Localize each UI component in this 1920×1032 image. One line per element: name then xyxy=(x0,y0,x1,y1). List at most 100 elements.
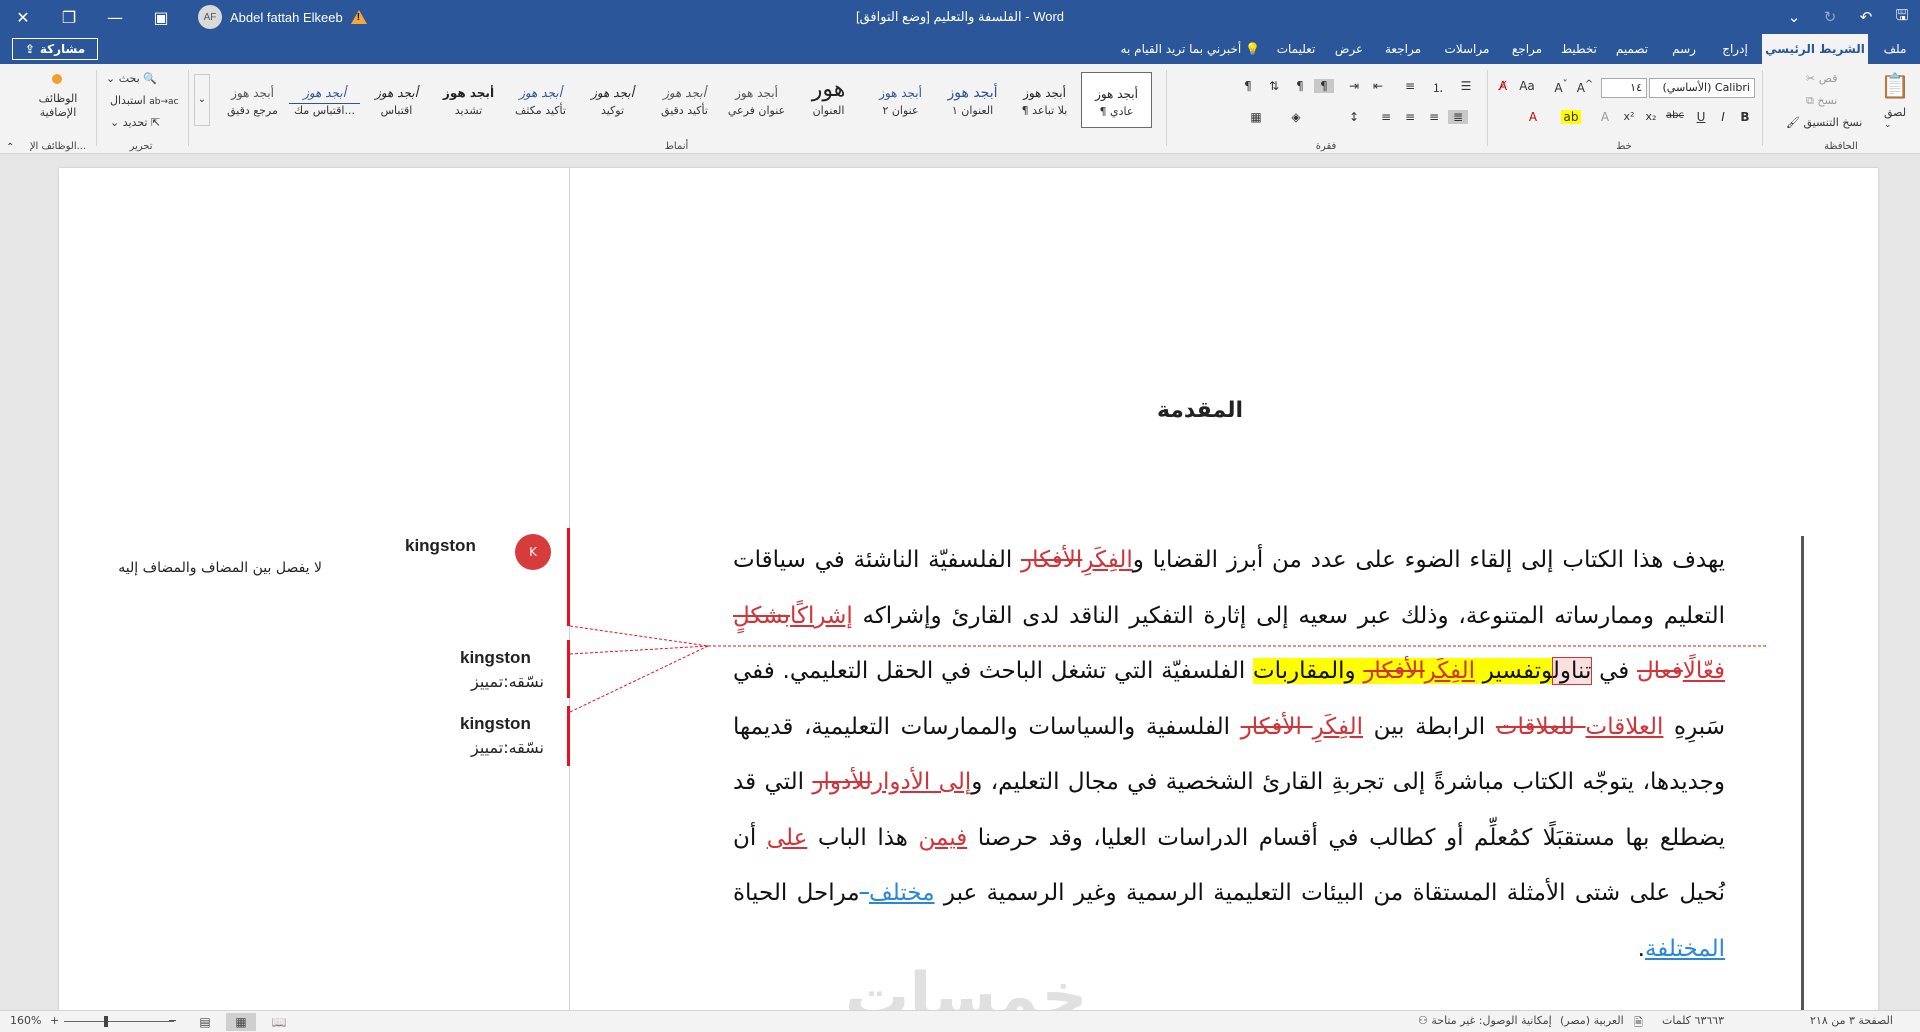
text-run[interactable]: وتفسير xyxy=(1475,658,1553,684)
minimize-icon[interactable]: — xyxy=(92,0,138,34)
tracked-deletion[interactable]: فعال xyxy=(1637,658,1683,684)
zoom-in-icon[interactable]: + xyxy=(50,1014,59,1027)
find-button[interactable]: ⌄ بحث 🔍 xyxy=(106,72,157,85)
text-run[interactable]: الرابطة بين xyxy=(1363,714,1496,740)
zoom-out-icon[interactable]: − xyxy=(168,1014,177,1027)
styles-gallery-more-icon[interactable]: ⌄ xyxy=(194,74,210,126)
font-color-icon[interactable]: A xyxy=(1523,110,1543,124)
tab-references[interactable]: مراجع xyxy=(1502,34,1552,64)
line-spacing-icon[interactable]: ↕ xyxy=(1344,110,1364,124)
tab-review[interactable]: مراجعة xyxy=(1374,34,1432,64)
paste-icon[interactable]: 📋 xyxy=(1880,72,1910,100)
align-right-icon[interactable]: ≡ xyxy=(1424,110,1444,124)
tab-home[interactable]: الشريط الرئيسي xyxy=(1762,34,1868,64)
borders-icon[interactable]: ▦ xyxy=(1246,110,1266,124)
style-intense-quote[interactable]: أبجد هوز اقتباس مك... xyxy=(289,72,360,128)
style-subtitle[interactable]: أبجد هوز عنوان فرعي xyxy=(721,72,792,128)
superscript-icon[interactable]: x² xyxy=(1619,110,1639,123)
text-effects-icon[interactable]: A xyxy=(1595,110,1615,124)
tracked-deletion[interactable]: الأفكار xyxy=(1021,547,1082,573)
restore-icon[interactable]: ❐ xyxy=(46,0,92,34)
grow-font-icon[interactable]: A^ xyxy=(1575,79,1595,95)
paste-button[interactable]: لصق xyxy=(1884,106,1906,119)
tracked-insertion[interactable]: المختلفة xyxy=(1645,936,1725,962)
tracked-insertion[interactable]: إلى الأدوار xyxy=(872,769,971,795)
style-quote[interactable]: أبجد هوز اقتباس xyxy=(361,72,432,128)
tracked-insertion[interactable]: فعّالًا xyxy=(1683,658,1725,684)
subscript-icon[interactable]: x₂ xyxy=(1641,110,1661,123)
clear-formatting-icon[interactable]: A̸ xyxy=(1493,79,1513,93)
replace-button[interactable]: استبدال ab→ac xyxy=(110,94,178,107)
comment-text[interactable]: لا يفصل بين المضاف والمضاف إليه xyxy=(72,560,322,576)
tracked-deletion[interactable]: الأفكار xyxy=(1363,658,1425,684)
text-run[interactable]: . xyxy=(1638,936,1645,962)
show-marks-icon[interactable]: ¶ xyxy=(1238,79,1258,93)
addins-icon[interactable] xyxy=(52,74,62,84)
ltr-direction-icon[interactable]: ¶ xyxy=(1290,79,1310,93)
style-subtle-reference[interactable]: أبجد هوز مرجع دقيق xyxy=(217,72,288,128)
tab-layout[interactable]: تخطيط xyxy=(1554,34,1604,64)
highlight-color-icon[interactable]: ab xyxy=(1561,110,1581,124)
save-icon[interactable]: 🖫 xyxy=(1884,0,1920,34)
tab-file[interactable]: ملف xyxy=(1870,34,1920,64)
paste-dropdown-icon[interactable]: ⌄ xyxy=(1884,120,1892,130)
style-title[interactable]: هور العنوان xyxy=(793,72,864,128)
text-run[interactable]: في xyxy=(1591,658,1637,684)
shading-icon[interactable]: ◈ xyxy=(1286,110,1306,124)
tracked-insertion[interactable]: مختلف xyxy=(869,880,935,906)
tracked-deletion[interactable]: الأفكار xyxy=(1241,714,1313,740)
tab-insert[interactable]: إدراج xyxy=(1710,34,1760,64)
comment-text[interactable]: نسّقه:تمييز xyxy=(448,672,544,691)
zoom-slider[interactable] xyxy=(64,1021,174,1022)
style-normal[interactable]: أبجد هوز ¶ عادي xyxy=(1081,72,1152,128)
redo-icon[interactable]: ↻ xyxy=(1812,0,1848,34)
multilevel-list-icon[interactable]: ≡ xyxy=(1400,79,1420,93)
align-justify-icon[interactable]: ≣ xyxy=(1448,110,1468,124)
share-button[interactable]: مشاركة ⇪ xyxy=(12,38,98,60)
decrease-indent-icon[interactable]: ⇤ xyxy=(1368,79,1388,93)
style-intense-emphasis[interactable]: أبجد هوز تأكيد مكثف xyxy=(505,72,576,128)
tracked-insertion[interactable]: فيمن xyxy=(918,825,967,851)
tracked-insertion[interactable]: الفِكَر xyxy=(1424,658,1476,684)
tracked-deletion[interactable] xyxy=(860,880,869,906)
cut-button[interactable]: ✂ قص xyxy=(1806,72,1837,85)
numbering-icon[interactable]: ⒈ xyxy=(1428,79,1448,96)
tracked-insertion[interactable]: إشراكًا xyxy=(790,603,853,629)
tab-design[interactable]: تصميم xyxy=(1606,34,1658,64)
align-left-icon[interactable]: ≡ xyxy=(1376,110,1396,124)
tell-me-box[interactable]: 💡 أخبرني بما تريد القيام به xyxy=(1121,34,1260,64)
shrink-font-icon[interactable]: A˅ xyxy=(1551,79,1571,95)
change-case-icon[interactable]: Aa xyxy=(1517,79,1537,93)
read-mode-icon[interactable]: 📖 xyxy=(264,1013,294,1031)
align-center-icon[interactable]: ≡ xyxy=(1400,110,1420,124)
bullets-icon[interactable]: ☰ xyxy=(1456,79,1476,93)
zoom-level[interactable]: 160% xyxy=(10,1014,41,1027)
comment-text[interactable]: نسّقه:تمييز xyxy=(448,738,544,757)
page-number[interactable]: الصفحة ٣ من ٢١٨ xyxy=(1810,1014,1893,1027)
tracked-deletion[interactable]: للعلاقات xyxy=(1496,714,1586,740)
font-name-select[interactable]: Calibri (الأساسي) xyxy=(1649,78,1755,98)
style-heading-2[interactable]: أبجد هوز عنوان ٢ xyxy=(865,72,936,128)
tracked-insertion[interactable]: على xyxy=(767,825,808,851)
italic-icon[interactable]: I xyxy=(1713,110,1733,124)
style-emphasis[interactable]: أبجد هوز توكيد xyxy=(577,72,648,128)
tracked-deletion[interactable]: للأدوار xyxy=(812,769,872,795)
text-run[interactable]: هذا الباب xyxy=(807,825,918,851)
zoom-slider-thumb[interactable] xyxy=(104,1016,108,1027)
tab-draw[interactable]: رسم xyxy=(1660,34,1708,64)
bold-icon[interactable]: B xyxy=(1735,110,1755,124)
text-run[interactable]: يهدف هذا الكتاب إلى إلقاء الضوء على عدد … xyxy=(1133,547,1725,573)
accessibility-status[interactable]: إمكانية الوصول: غير متاحة ⚇ xyxy=(1418,1014,1552,1027)
style-subtle-emphasis[interactable]: أبجد هوز تأكيد دقيق xyxy=(649,72,720,128)
tracked-insertion[interactable]: الفِكَرِ xyxy=(1313,714,1363,740)
font-size-select[interactable]: ١٤ xyxy=(1601,78,1647,98)
tracked-deletion[interactable]: بشكلٍ xyxy=(733,603,790,629)
ribbon-display-options-icon[interactable]: ▣ xyxy=(138,0,184,34)
collapse-ribbon-icon[interactable]: ⌃ xyxy=(6,142,14,153)
increase-indent-icon[interactable]: ⇥ xyxy=(1344,79,1364,93)
text-run[interactable]: مراحل الحياة xyxy=(733,880,860,906)
addins-button[interactable]: الوظائف الإضافية xyxy=(30,92,86,120)
rtl-direction-icon[interactable]: ¶ xyxy=(1314,79,1334,93)
print-layout-icon[interactable]: ▦ xyxy=(226,1013,256,1031)
tracked-insertion[interactable]: العلاقات xyxy=(1586,714,1664,740)
